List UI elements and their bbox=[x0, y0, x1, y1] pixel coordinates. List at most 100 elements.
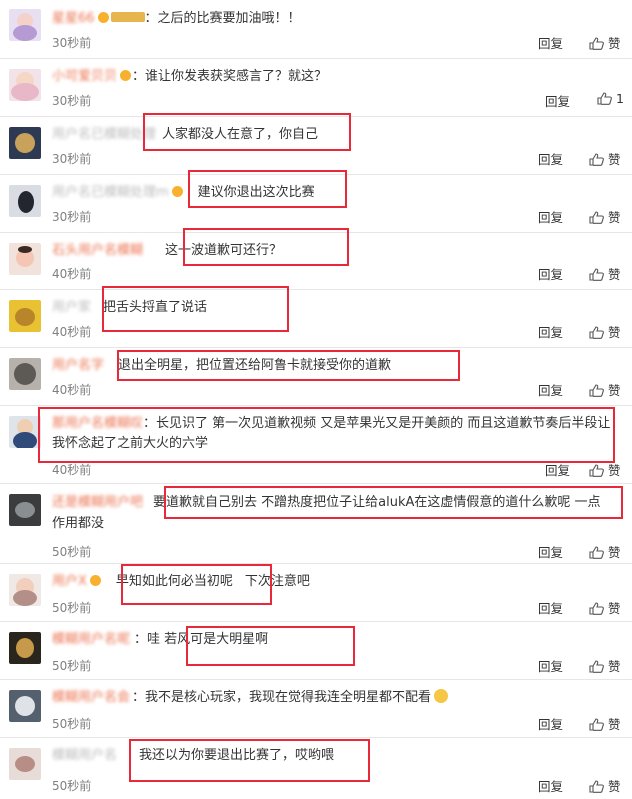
like-label: 赞 bbox=[608, 267, 621, 282]
username[interactable]: 星星66 bbox=[52, 11, 95, 26]
verified-badge-icon bbox=[171, 186, 183, 197]
like-button[interactable]: 赞 bbox=[589, 207, 621, 226]
like-label: 赞 bbox=[608, 463, 621, 478]
comment-time: 40秒前 bbox=[52, 325, 92, 339]
verified-badge-icon bbox=[120, 70, 132, 81]
reply-button[interactable]: 回复 bbox=[538, 714, 563, 733]
avatar[interactable] bbox=[9, 690, 41, 722]
avatar[interactable] bbox=[9, 185, 41, 217]
thumbs-up-icon bbox=[589, 718, 604, 731]
username[interactable]: 还是模糊用户吧 bbox=[52, 495, 143, 510]
highlight-box bbox=[38, 407, 615, 463]
username[interactable]: 模糊用户名 bbox=[52, 748, 117, 763]
comment-time: 50秒前 bbox=[52, 659, 92, 673]
avatar[interactable] bbox=[9, 243, 41, 275]
avatar[interactable] bbox=[9, 300, 41, 332]
thumbs-up-icon bbox=[589, 384, 604, 397]
fan-medal-icon bbox=[110, 12, 145, 22]
highlight-box bbox=[129, 739, 370, 782]
like-button[interactable]: 1 bbox=[597, 91, 624, 106]
comment-item: 用户家 把舌头捋直了说话 40秒前 回复 赞 bbox=[0, 289, 632, 348]
like-button[interactable]: 赞 bbox=[589, 264, 621, 283]
avatar[interactable] bbox=[9, 358, 41, 390]
reply-button[interactable]: 回复 bbox=[538, 380, 563, 399]
username[interactable]: 用户名已模糊处理 bbox=[52, 127, 156, 142]
like-label: 赞 bbox=[608, 545, 621, 560]
comment-line: 星星66 ：之后的比赛要加油哦！！ bbox=[52, 9, 622, 28]
reply-button[interactable]: 回复 bbox=[538, 149, 563, 168]
comment-time: 30秒前 bbox=[52, 210, 92, 224]
highlight-box bbox=[186, 626, 355, 666]
thumbs-up-icon bbox=[589, 780, 604, 793]
thumbs-up-icon bbox=[589, 211, 604, 224]
like-label: 赞 bbox=[608, 601, 621, 616]
reply-button[interactable]: 回复 bbox=[545, 91, 570, 110]
like-label: 赞 bbox=[608, 659, 621, 674]
username[interactable]: 模糊用户名呢 bbox=[52, 632, 130, 647]
reply-button[interactable]: 回复 bbox=[538, 207, 563, 226]
comment-time: 50秒前 bbox=[52, 601, 92, 615]
avatar[interactable] bbox=[9, 69, 41, 101]
comment-item: 小可爱贝贝 ：谁让你发表获奖感言了？就这？ 30秒前 回复 1 bbox=[0, 58, 632, 117]
username[interactable]: 石头用户名模糊 bbox=[52, 243, 143, 258]
like-button[interactable]: 赞 bbox=[589, 542, 621, 561]
like-label: 赞 bbox=[608, 717, 621, 732]
like-button[interactable]: 赞 bbox=[589, 776, 621, 795]
highlight-box bbox=[102, 286, 289, 332]
reply-button[interactable]: 回复 bbox=[538, 598, 563, 617]
like-button[interactable]: 赞 bbox=[589, 149, 621, 168]
like-button[interactable]: 赞 bbox=[589, 714, 621, 733]
comment-item: 星星66 ：之后的比赛要加油哦！！ 30秒前 回复 赞 bbox=[0, 0, 632, 59]
reply-button[interactable]: 回复 bbox=[538, 542, 563, 561]
reply-button[interactable]: 回复 bbox=[538, 656, 563, 675]
comment-time: 30秒前 bbox=[52, 152, 92, 166]
username[interactable]: 用户家 bbox=[52, 300, 91, 315]
thumbs-up-icon bbox=[589, 602, 604, 615]
comment-time: 30秒前 bbox=[52, 36, 92, 50]
avatar[interactable] bbox=[9, 416, 41, 448]
avatar[interactable] bbox=[9, 574, 41, 606]
like-button[interactable]: 赞 bbox=[589, 33, 621, 52]
verified-badge-icon bbox=[89, 575, 101, 586]
comment-line: 小可爱贝贝 ：谁让你发表获奖感言了？就这？ bbox=[52, 67, 622, 86]
verified-badge-icon bbox=[97, 12, 109, 23]
username[interactable]: 用户名已模糊处理m bbox=[52, 185, 169, 200]
thumbs-up-icon bbox=[589, 153, 604, 166]
avatar[interactable] bbox=[9, 9, 41, 41]
like-label: 赞 bbox=[608, 36, 621, 51]
avatar[interactable] bbox=[9, 127, 41, 159]
avatar[interactable] bbox=[9, 632, 41, 664]
avatar[interactable] bbox=[9, 494, 41, 526]
username[interactable]: 模糊用户名会 bbox=[52, 690, 130, 705]
like-count: 1 bbox=[616, 91, 624, 106]
comment-text: ：我不是核心玩家，我现在觉得我连全明星都不配看 bbox=[132, 690, 432, 705]
reply-button[interactable]: 回复 bbox=[538, 33, 563, 52]
thumbs-up-icon bbox=[589, 464, 604, 477]
comment-text: ：谁让你发表获奖感言了？就这？ bbox=[132, 69, 328, 84]
reply-button[interactable]: 回复 bbox=[538, 776, 563, 795]
comment-time: 30秒前 bbox=[52, 94, 92, 108]
thumbs-up-icon bbox=[589, 546, 604, 559]
comment-time: 40秒前 bbox=[52, 463, 92, 477]
like-label: 赞 bbox=[608, 383, 621, 398]
comment-time: 40秒前 bbox=[52, 383, 92, 397]
highlight-box bbox=[183, 228, 349, 266]
username[interactable]: 小可爱贝贝 bbox=[52, 69, 117, 84]
reply-button[interactable]: 回复 bbox=[538, 322, 563, 341]
thumbs-up-icon bbox=[589, 37, 604, 50]
like-button[interactable]: 赞 bbox=[589, 322, 621, 341]
avatar[interactable] bbox=[9, 748, 41, 780]
like-label: 赞 bbox=[608, 152, 621, 167]
comment-time: 50秒前 bbox=[52, 717, 92, 731]
reply-button[interactable]: 回复 bbox=[538, 264, 563, 283]
username[interactable]: 用户名字 bbox=[52, 358, 104, 373]
like-button[interactable]: 赞 bbox=[589, 380, 621, 399]
like-label: 赞 bbox=[608, 210, 621, 225]
thumbs-up-icon bbox=[589, 268, 604, 281]
like-button[interactable]: 赞 bbox=[589, 598, 621, 617]
like-button[interactable]: 赞 bbox=[589, 656, 621, 675]
comment-time: 40秒前 bbox=[52, 267, 92, 281]
username[interactable]: 用户X bbox=[52, 574, 87, 589]
comment-item: 模糊用户名会 ：我不是核心玩家，我现在觉得我连全明星都不配看 50秒前 回复 赞 bbox=[0, 679, 632, 738]
highlight-box bbox=[164, 486, 623, 519]
